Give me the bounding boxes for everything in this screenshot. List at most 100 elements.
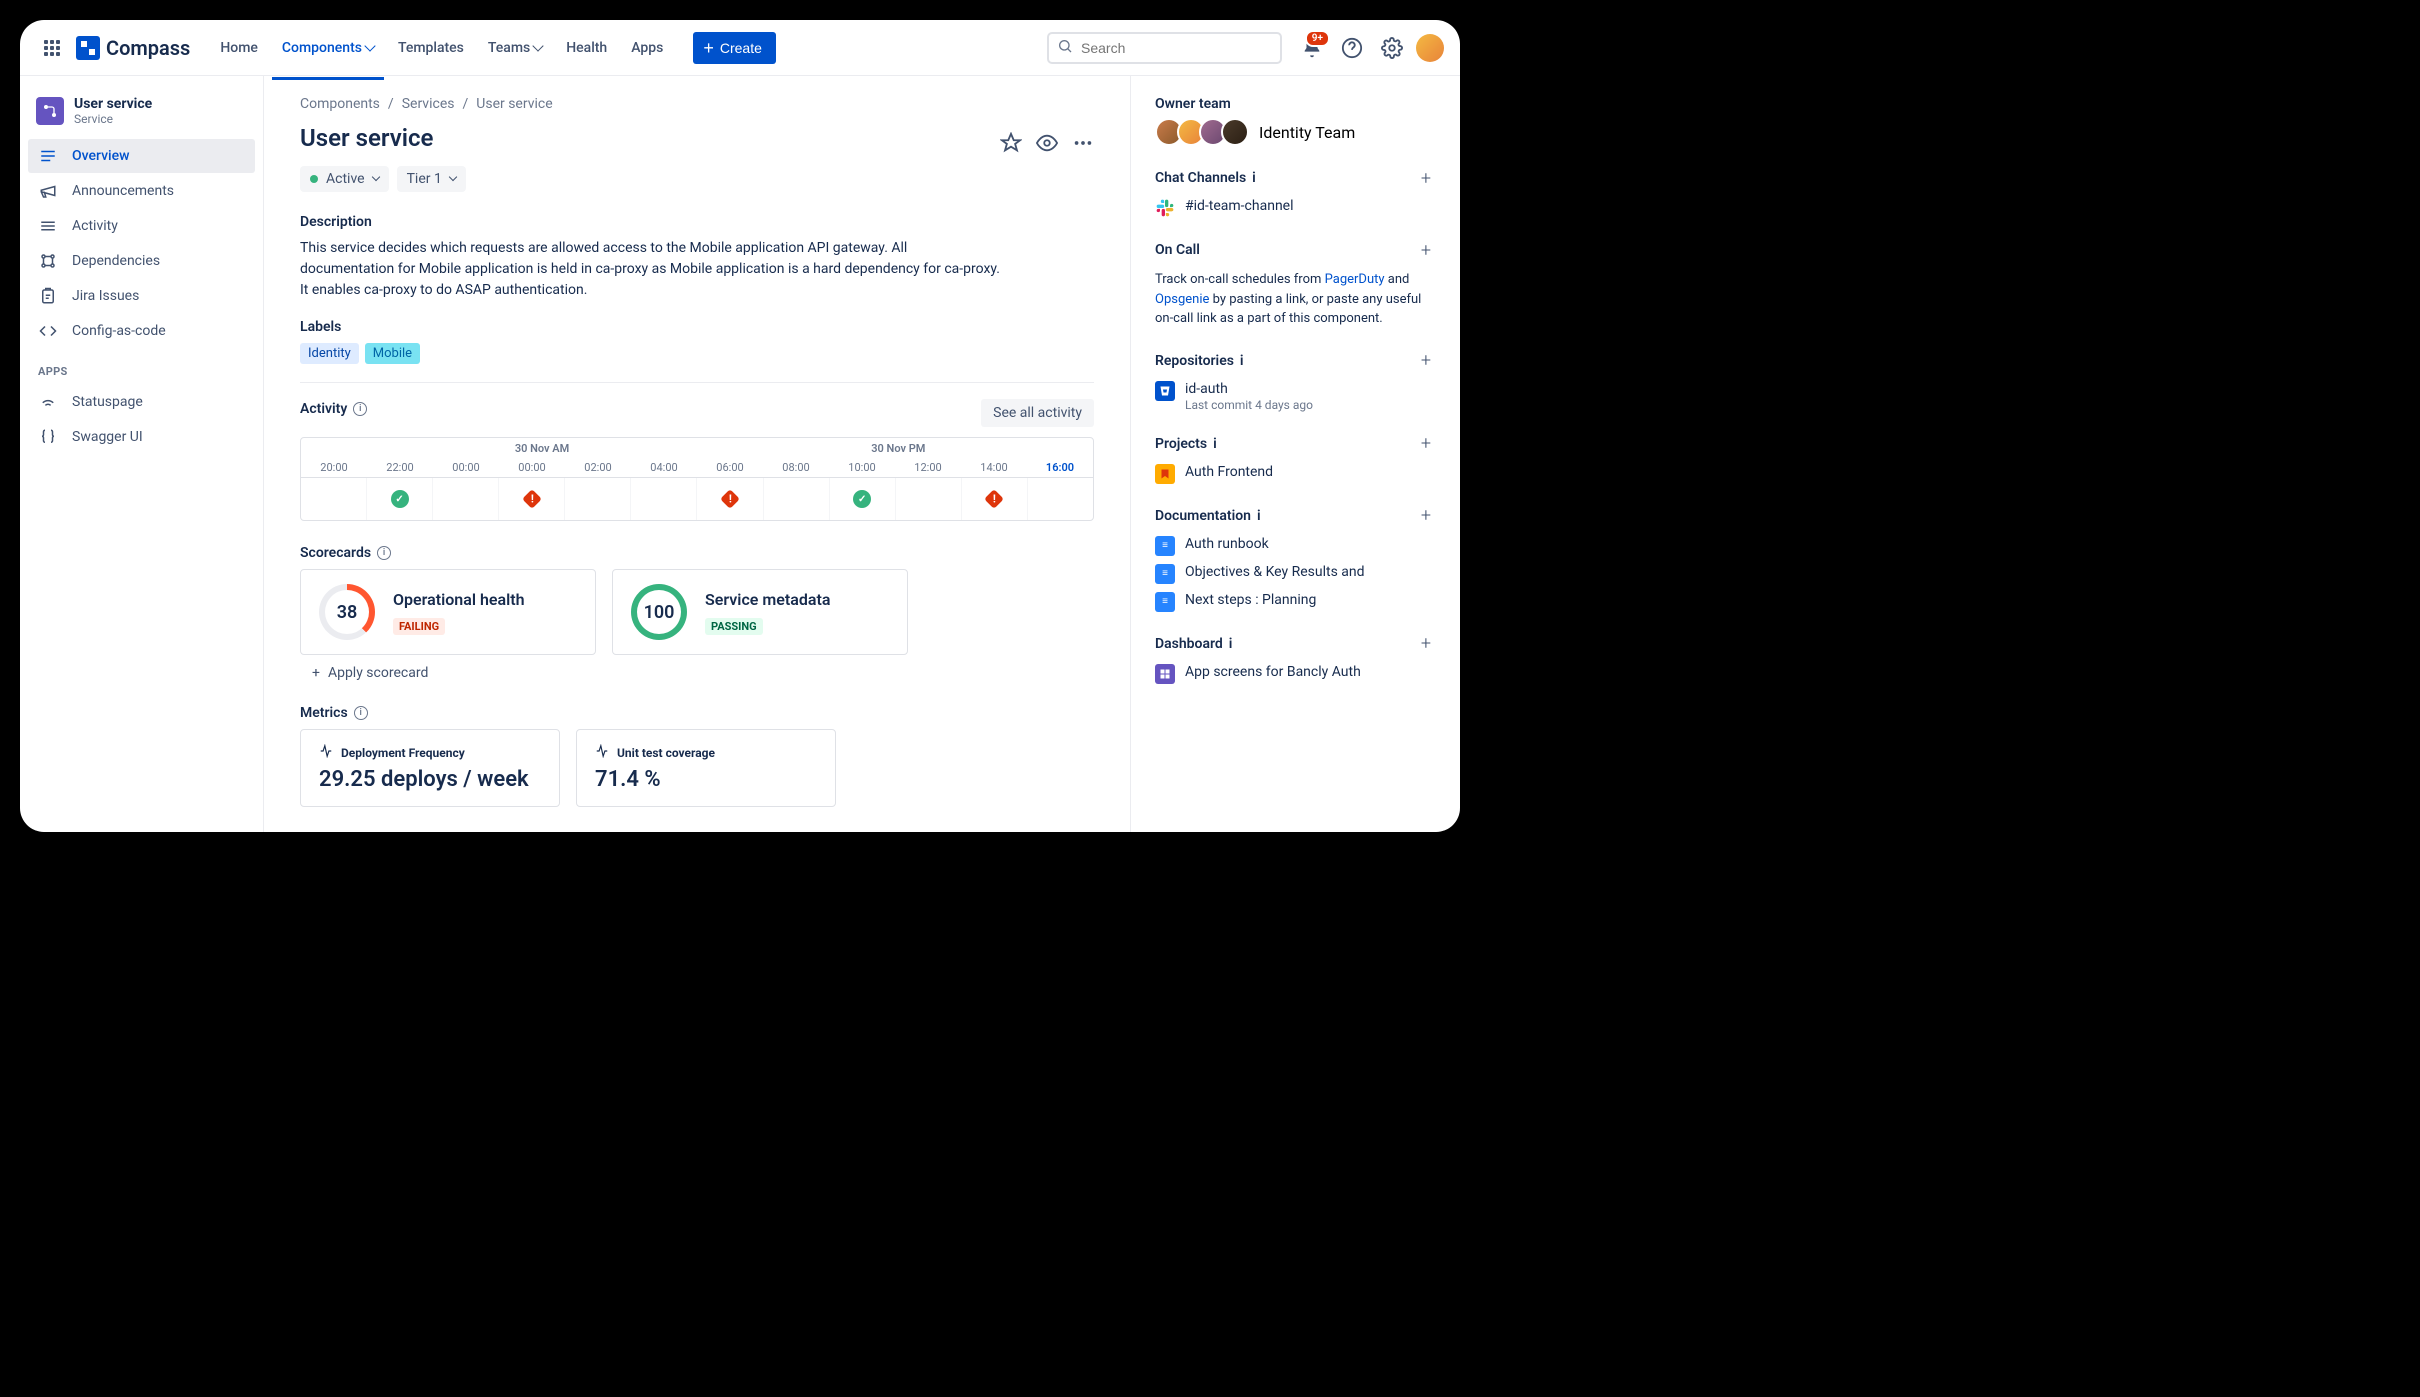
search-box[interactable] [1047, 32, 1282, 64]
add-doc-button[interactable]: + [1416, 506, 1436, 526]
info-icon[interactable]: i [1229, 636, 1233, 652]
timeline-cell[interactable] [1028, 478, 1093, 520]
star-icon[interactable] [1000, 132, 1022, 158]
info-icon[interactable]: i [1213, 436, 1217, 452]
time-label: 04:00 [631, 461, 697, 474]
time-label: 14:00 [961, 461, 1027, 474]
nav-home[interactable]: Home [210, 32, 268, 64]
metric-deployment-frequency[interactable]: Deployment Frequency 29.25 deploys / wee… [300, 729, 560, 807]
scorecard-service-metadata[interactable]: 100 Service metadata PASSING [612, 569, 908, 655]
apply-scorecard-button[interactable]: +Apply scorecard [312, 665, 1094, 681]
label-tag[interactable]: Mobile [365, 343, 420, 364]
info-icon[interactable]: i [1257, 508, 1261, 524]
timeline-cell[interactable] [830, 478, 896, 520]
bitbucket-icon [1155, 381, 1175, 401]
timeline-cell[interactable] [565, 478, 631, 520]
add-project-button[interactable]: + [1416, 434, 1436, 454]
timeline-day-pm: 30 Nov PM [871, 442, 925, 455]
timeline-cell[interactable] [764, 478, 830, 520]
breadcrumb: Components/ Services/ User service [300, 96, 1094, 112]
metric-unit-test-coverage[interactable]: Unit test coverage 71.4 % [576, 729, 836, 807]
time-label: 08:00 [763, 461, 829, 474]
code-icon [38, 321, 58, 341]
sidebar-item-config-as-code[interactable]: Config-as-code [28, 314, 255, 348]
score-ring: 100 [631, 584, 687, 640]
chevron-down-icon [449, 173, 457, 181]
info-icon[interactable]: i [1240, 353, 1244, 369]
nav-templates[interactable]: Templates [388, 32, 474, 64]
timeline-cell[interactable] [962, 478, 1028, 520]
doc-item[interactable]: ≡Objectives & Key Results and [1155, 564, 1436, 584]
timeline-times: 20:0022:0000:0000:0002:0004:0006:0008:00… [301, 461, 1093, 474]
nav-teams[interactable]: Teams [478, 32, 552, 64]
info-icon[interactable]: i [377, 546, 391, 560]
chat-channel-item[interactable]: #id-team-channel [1155, 198, 1436, 218]
time-label: 00:00 [433, 461, 499, 474]
product-logo[interactable]: Compass [76, 36, 190, 60]
nav-health[interactable]: Health [556, 32, 617, 64]
sidebar-item-activity[interactable]: Activity [28, 209, 255, 243]
braces-icon [38, 427, 58, 447]
timeline-cell[interactable] [367, 478, 433, 520]
timeline-cell[interactable] [301, 478, 367, 520]
add-dashboard-button[interactable]: + [1416, 634, 1436, 654]
metrics-label: Metricsi [300, 705, 1094, 721]
timeline-lane [301, 478, 1093, 520]
see-all-activity-button[interactable]: See all activity [981, 399, 1094, 427]
sidebar-item-dependencies[interactable]: Dependencies [28, 244, 255, 278]
project-item[interactable]: Auth Frontend [1155, 464, 1436, 484]
sidebar-app-statuspage[interactable]: Statuspage [28, 385, 255, 419]
more-icon[interactable] [1072, 132, 1094, 158]
add-repo-button[interactable]: + [1416, 351, 1436, 371]
nav-components[interactable]: Components [272, 32, 384, 64]
description-label: Description [300, 214, 1094, 230]
timeline-cell[interactable] [896, 478, 962, 520]
sidebar-item-overview[interactable]: Overview [28, 139, 255, 173]
timeline-cell[interactable] [433, 478, 499, 520]
metric-value: 71.4 % [595, 767, 817, 792]
doc-icon: ≡ [1155, 536, 1175, 556]
user-avatar[interactable] [1416, 34, 1444, 62]
status-chip[interactable]: Active [300, 166, 389, 192]
scorecard-operational-health[interactable]: 38 Operational health FAILING [300, 569, 596, 655]
owner-team-row[interactable]: Identity Team [1155, 118, 1436, 146]
opsgenie-link[interactable]: Opsgenie [1155, 292, 1209, 307]
activity-timeline: 30 Nov AM 30 Nov PM 20:0022:0000:0000:00… [300, 437, 1094, 521]
app-switcher-icon[interactable] [36, 32, 68, 64]
sidebar-app-swagger[interactable]: Swagger UI [28, 420, 255, 454]
right-panel: Owner team Identity Team Chat Channelsi … [1130, 76, 1460, 832]
info-icon[interactable]: i [353, 402, 367, 416]
pagerduty-link[interactable]: PagerDuty [1325, 272, 1385, 287]
breadcrumb-link[interactable]: Components [300, 96, 380, 112]
timeline-cell[interactable] [631, 478, 697, 520]
add-oncall-button[interactable]: + [1416, 240, 1436, 260]
clipboard-icon [38, 286, 58, 306]
create-button[interactable]: +Create [693, 32, 776, 64]
breadcrumb-link[interactable]: Services [402, 96, 455, 112]
metric-value: 29.25 deploys / week [319, 767, 541, 792]
time-label: 16:00 [1027, 461, 1093, 474]
chat-channels-label: Chat Channelsi [1155, 170, 1256, 186]
label-tag[interactable]: Identity [300, 343, 359, 364]
info-icon[interactable]: i [354, 706, 368, 720]
doc-item[interactable]: ≡Auth runbook [1155, 536, 1436, 556]
nodes-icon [38, 251, 58, 271]
add-chat-button[interactable]: + [1416, 168, 1436, 188]
doc-item[interactable]: ≡Next steps : Planning [1155, 592, 1436, 612]
sidebar-item-announcements[interactable]: Announcements [28, 174, 255, 208]
nav-apps[interactable]: Apps [621, 32, 673, 64]
repo-item[interactable]: id-auth Last commit 4 days ago [1155, 381, 1436, 412]
timeline-cell[interactable] [697, 478, 763, 520]
help-icon[interactable] [1336, 32, 1368, 64]
settings-icon[interactable] [1376, 32, 1408, 64]
timeline-cell[interactable] [499, 478, 565, 520]
status-dot-icon [310, 175, 318, 183]
top-navigation: Compass Home Components Templates Teams … [20, 20, 1460, 76]
notifications-icon[interactable]: 9+ [1296, 32, 1328, 64]
watch-icon[interactable] [1036, 132, 1058, 158]
tier-chip[interactable]: Tier 1 [397, 166, 466, 192]
info-icon[interactable]: i [1252, 170, 1256, 186]
search-input[interactable] [1081, 40, 1272, 56]
sidebar-item-jira-issues[interactable]: Jira Issues [28, 279, 255, 313]
dashboard-item[interactable]: App screens for Bancly Auth [1155, 664, 1436, 684]
